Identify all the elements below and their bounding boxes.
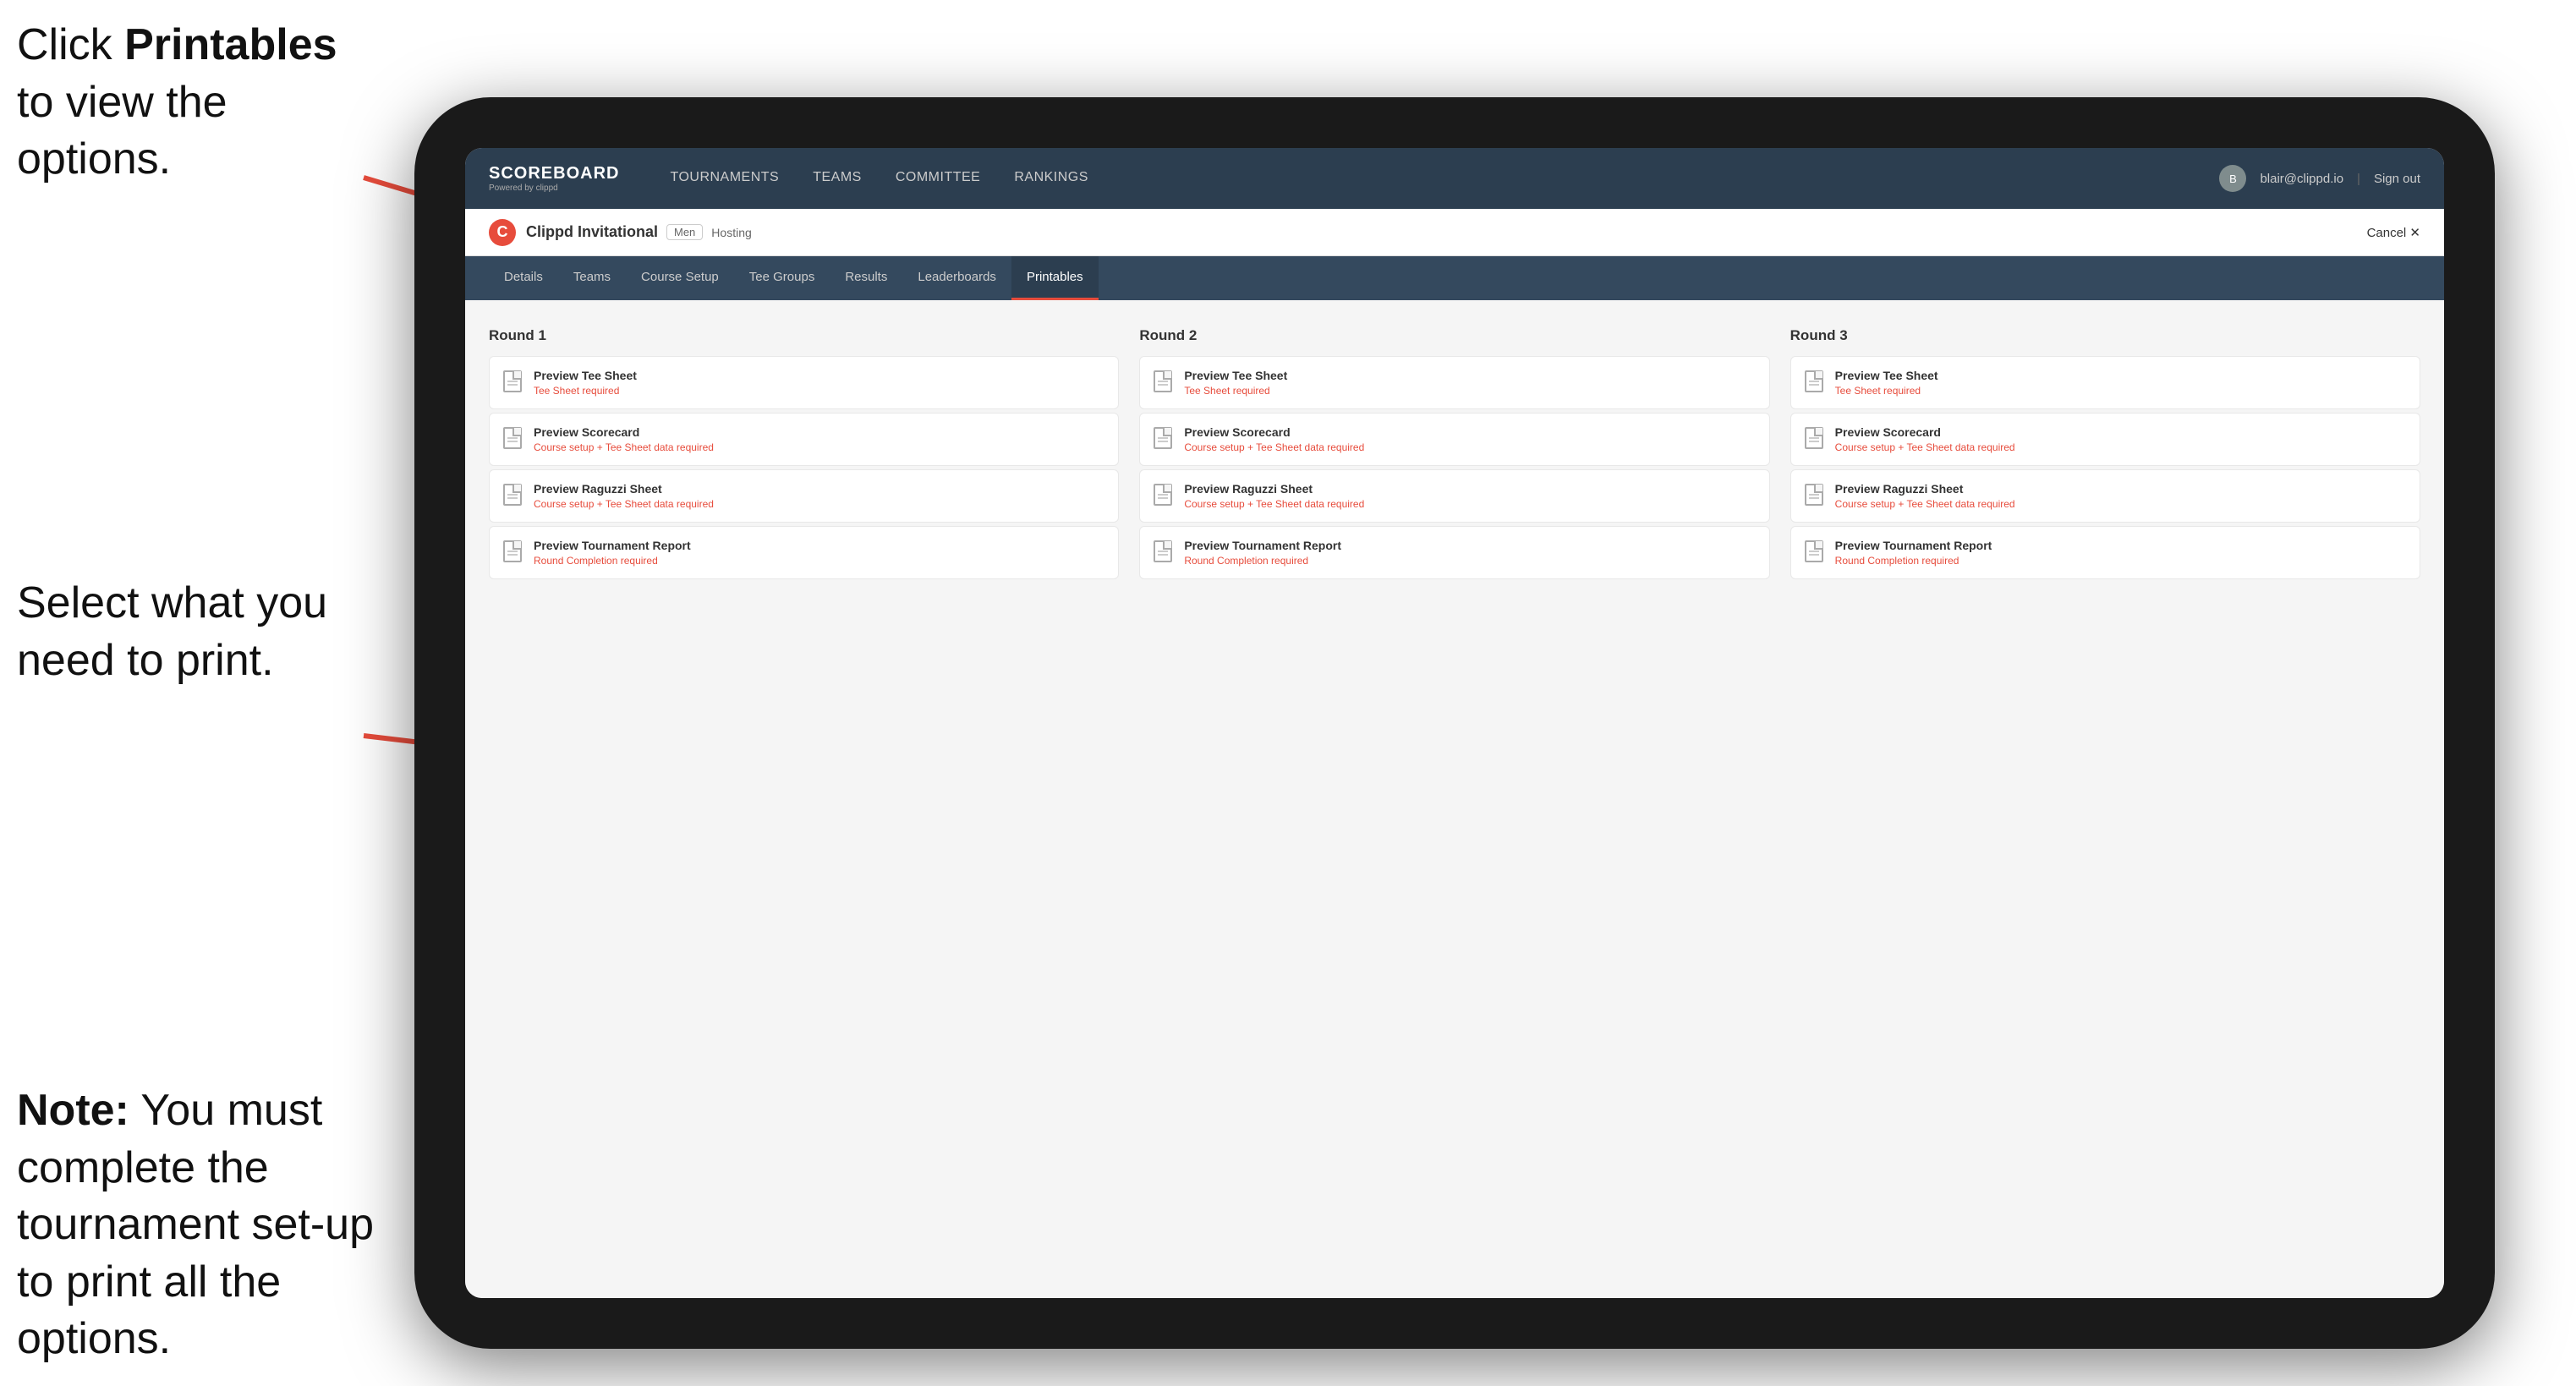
- print-card-r3-2[interactable]: Preview Scorecard Course setup + Tee She…: [1790, 413, 2420, 466]
- print-card-subtitle: Round Completion required: [1835, 555, 1992, 567]
- tab-details[interactable]: Details: [489, 256, 558, 300]
- doc-icon: [503, 370, 523, 394]
- print-card-r2-3[interactable]: Preview Raguzzi Sheet Course setup + Tee…: [1139, 469, 1769, 523]
- print-card-title: Preview Tee Sheet: [1184, 369, 1287, 382]
- print-card-r2-1[interactable]: Preview Tee Sheet Tee Sheet required: [1139, 356, 1769, 409]
- main-content: Round 1 Preview Tee Sheet Tee Sheet requ…: [465, 300, 2444, 1298]
- sub-nav: Details Teams Course Setup Tee Groups Re…: [465, 256, 2444, 300]
- print-card-r1-1[interactable]: Preview Tee Sheet Tee Sheet required: [489, 356, 1119, 409]
- print-card-subtitle: Tee Sheet required: [1835, 385, 1938, 397]
- print-card-title: Preview Tee Sheet: [534, 369, 637, 382]
- brand-title: SCOREBOARD: [489, 164, 619, 184]
- print-card-r3-1[interactable]: Preview Tee Sheet Tee Sheet required: [1790, 356, 2420, 409]
- doc-icon: [503, 540, 523, 564]
- tab-course-setup[interactable]: Course Setup: [626, 256, 734, 300]
- user-email: blair@clippd.io: [2260, 172, 2343, 186]
- doc-icon: [1154, 427, 1174, 451]
- round-1: Round 1 Preview Tee Sheet Tee Sheet requ…: [489, 327, 1119, 579]
- tablet-frame: SCOREBOARD Powered by clippd TOURNAMENTS…: [414, 97, 2495, 1349]
- round-1-cards: Preview Tee Sheet Tee Sheet required Pre…: [489, 356, 1119, 579]
- doc-icon: [1805, 540, 1825, 564]
- print-card-title: Preview Scorecard: [534, 425, 714, 439]
- print-card-r1-3[interactable]: Preview Raguzzi Sheet Course setup + Tee…: [489, 469, 1119, 523]
- nav-item-rankings[interactable]: RANKINGS: [997, 148, 1105, 209]
- print-card-subtitle: Round Completion required: [1184, 555, 1341, 567]
- tab-printables[interactable]: Printables: [1011, 256, 1099, 300]
- annotation-middle: Select what you need to print.: [17, 575, 389, 689]
- tab-tee-groups[interactable]: Tee Groups: [734, 256, 830, 300]
- doc-icon: [1154, 540, 1174, 564]
- tab-teams[interactable]: Teams: [558, 256, 626, 300]
- print-card-subtitle: Tee Sheet required: [534, 385, 637, 397]
- print-card-r3-3[interactable]: Preview Raguzzi Sheet Course setup + Tee…: [1790, 469, 2420, 523]
- round-2: Round 2 Preview Tee Sheet Tee Sheet requ…: [1139, 327, 1769, 579]
- print-card-subtitle: Course setup + Tee Sheet data required: [534, 441, 714, 453]
- nav-item-teams[interactable]: TEAMS: [796, 148, 879, 209]
- tab-results[interactable]: Results: [830, 256, 902, 300]
- doc-icon: [503, 484, 523, 507]
- print-card-title: Preview Raguzzi Sheet: [534, 482, 714, 496]
- tournament-name: Clippd Invitational: [526, 223, 658, 241]
- print-card-subtitle: Tee Sheet required: [1184, 385, 1287, 397]
- nav-item-committee[interactable]: COMMITTEE: [879, 148, 998, 209]
- print-card-r1-4[interactable]: Preview Tournament Report Round Completi…: [489, 526, 1119, 579]
- round-3: Round 3 Preview Tee Sheet Tee Sheet requ…: [1790, 327, 2420, 579]
- print-card-r3-4[interactable]: Preview Tournament Report Round Completi…: [1790, 526, 2420, 579]
- print-card-subtitle: Course setup + Tee Sheet data required: [1184, 441, 1364, 453]
- print-card-title: Preview Raguzzi Sheet: [1184, 482, 1364, 496]
- print-card-subtitle: Course setup + Tee Sheet data required: [1835, 441, 2015, 453]
- user-avatar: B: [2219, 165, 2246, 192]
- tablet-screen: SCOREBOARD Powered by clippd TOURNAMENTS…: [465, 148, 2444, 1298]
- doc-icon: [1154, 370, 1174, 394]
- tournament-status: Hosting: [711, 226, 751, 239]
- annotation-top: Click Printables to view the options.: [17, 17, 372, 189]
- print-card-title: Preview Raguzzi Sheet: [1835, 482, 2015, 496]
- top-nav-items: TOURNAMENTS TEAMS COMMITTEE RANKINGS: [653, 148, 2219, 209]
- doc-icon: [1154, 484, 1174, 507]
- print-card-title: Preview Tournament Report: [1835, 539, 1992, 552]
- scoreboard-brand: SCOREBOARD Powered by clippd: [489, 164, 619, 193]
- print-card-r2-4[interactable]: Preview Tournament Report Round Completi…: [1139, 526, 1769, 579]
- tournament-badge: Men: [666, 224, 703, 240]
- doc-icon: [1805, 484, 1825, 507]
- print-card-title: Preview Tournament Report: [1184, 539, 1341, 552]
- print-card-r1-2[interactable]: Preview Scorecard Course setup + Tee She…: [489, 413, 1119, 466]
- tournament-bar: C Clippd Invitational Men Hosting Cancel…: [465, 209, 2444, 256]
- doc-icon: [503, 427, 523, 451]
- nav-item-tournaments[interactable]: TOURNAMENTS: [653, 148, 796, 209]
- doc-icon: [1805, 427, 1825, 451]
- top-nav: SCOREBOARD Powered by clippd TOURNAMENTS…: [465, 148, 2444, 209]
- round-3-cards: Preview Tee Sheet Tee Sheet required Pre…: [1790, 356, 2420, 579]
- print-card-subtitle: Course setup + Tee Sheet data required: [1184, 498, 1364, 510]
- print-card-title: Preview Scorecard: [1184, 425, 1364, 439]
- sign-out-link[interactable]: Sign out: [2374, 172, 2420, 186]
- rounds-grid: Round 1 Preview Tee Sheet Tee Sheet requ…: [489, 327, 2420, 579]
- tournament-logo: C: [489, 219, 516, 246]
- print-card-r2-2[interactable]: Preview Scorecard Course setup + Tee She…: [1139, 413, 1769, 466]
- print-card-title: Preview Scorecard: [1835, 425, 2015, 439]
- round-2-title: Round 2: [1139, 327, 1769, 344]
- round-2-cards: Preview Tee Sheet Tee Sheet required Pre…: [1139, 356, 1769, 579]
- doc-icon: [1805, 370, 1825, 394]
- tab-leaderboards[interactable]: Leaderboards: [902, 256, 1011, 300]
- brand-sub: Powered by clippd: [489, 184, 619, 193]
- annotation-bottom: Note: You must complete the tournament s…: [17, 1082, 406, 1368]
- print-card-title: Preview Tournament Report: [534, 539, 691, 552]
- round-3-title: Round 3: [1790, 327, 2420, 344]
- print-card-subtitle: Course setup + Tee Sheet data required: [534, 498, 714, 510]
- cancel-button[interactable]: Cancel ✕: [2367, 225, 2420, 240]
- round-1-title: Round 1: [489, 327, 1119, 344]
- top-nav-right: B blair@clippd.io | Sign out: [2219, 165, 2420, 192]
- print-card-title: Preview Tee Sheet: [1835, 369, 1938, 382]
- print-card-subtitle: Round Completion required: [534, 555, 691, 567]
- print-card-subtitle: Course setup + Tee Sheet data required: [1835, 498, 2015, 510]
